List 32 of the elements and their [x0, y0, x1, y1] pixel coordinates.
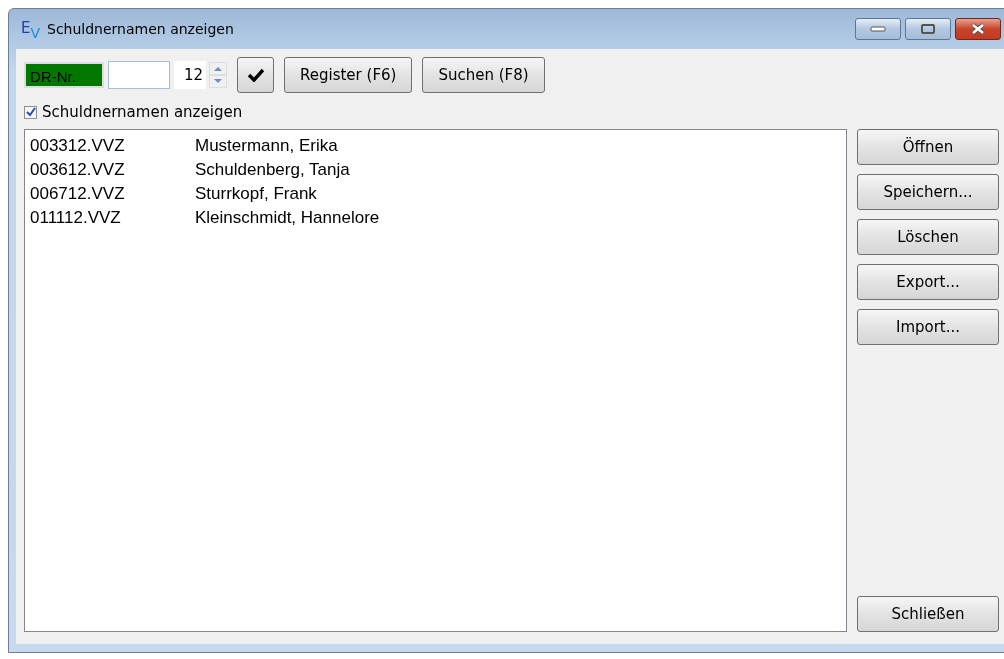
input-field[interactable] — [108, 61, 170, 89]
checkbox-label: Schuldnernamen anzeigen — [42, 103, 243, 121]
window-title: Schuldnernamen anzeigen — [47, 21, 234, 37]
file-name[interactable]: 011112.VVZ — [30, 208, 195, 228]
file-name[interactable]: 003312.VVZ — [30, 136, 195, 156]
debtor-name[interactable]: Schuldenberg, Tanja — [195, 160, 350, 180]
minimize-icon — [870, 25, 886, 33]
debtor-name[interactable]: Mustermann, Erika — [195, 136, 338, 156]
side-button[interactable]: Öffnen — [857, 129, 999, 165]
maximize-button[interactable] — [905, 18, 951, 40]
field-label: DR-Nr. — [24, 62, 104, 88]
side-button[interactable]: Export... — [857, 264, 999, 300]
side-button[interactable]: Löschen — [857, 219, 999, 255]
close-dialog-button[interactable]: Schließen — [857, 596, 999, 632]
confirm-button[interactable] — [237, 57, 274, 93]
app-logo-icon: EV — [21, 19, 43, 39]
debtor-name[interactable]: Kleinschmidt, Hannelore — [195, 208, 380, 228]
minimize-button[interactable] — [855, 18, 901, 40]
checkbox[interactable] — [24, 105, 37, 119]
spin-button[interactable] — [209, 62, 227, 88]
side-button[interactable]: Import... — [857, 309, 999, 345]
close-button[interactable] — [955, 18, 1001, 40]
check-icon — [247, 68, 264, 82]
toolbar-button[interactable]: Suchen (F8) — [422, 57, 545, 93]
file-name[interactable]: 003612.VVZ — [30, 160, 195, 180]
side-button[interactable]: Speichern... — [857, 174, 999, 210]
toolbar-button[interactable]: Register (F6) — [284, 57, 413, 93]
file-name[interactable]: 006712.VVZ — [30, 184, 195, 204]
debtor-name[interactable]: Sturrkopf, Frank — [195, 184, 317, 204]
maximize-icon — [921, 24, 935, 34]
spin-field[interactable]: 12 — [174, 61, 206, 89]
close-icon — [970, 23, 986, 35]
